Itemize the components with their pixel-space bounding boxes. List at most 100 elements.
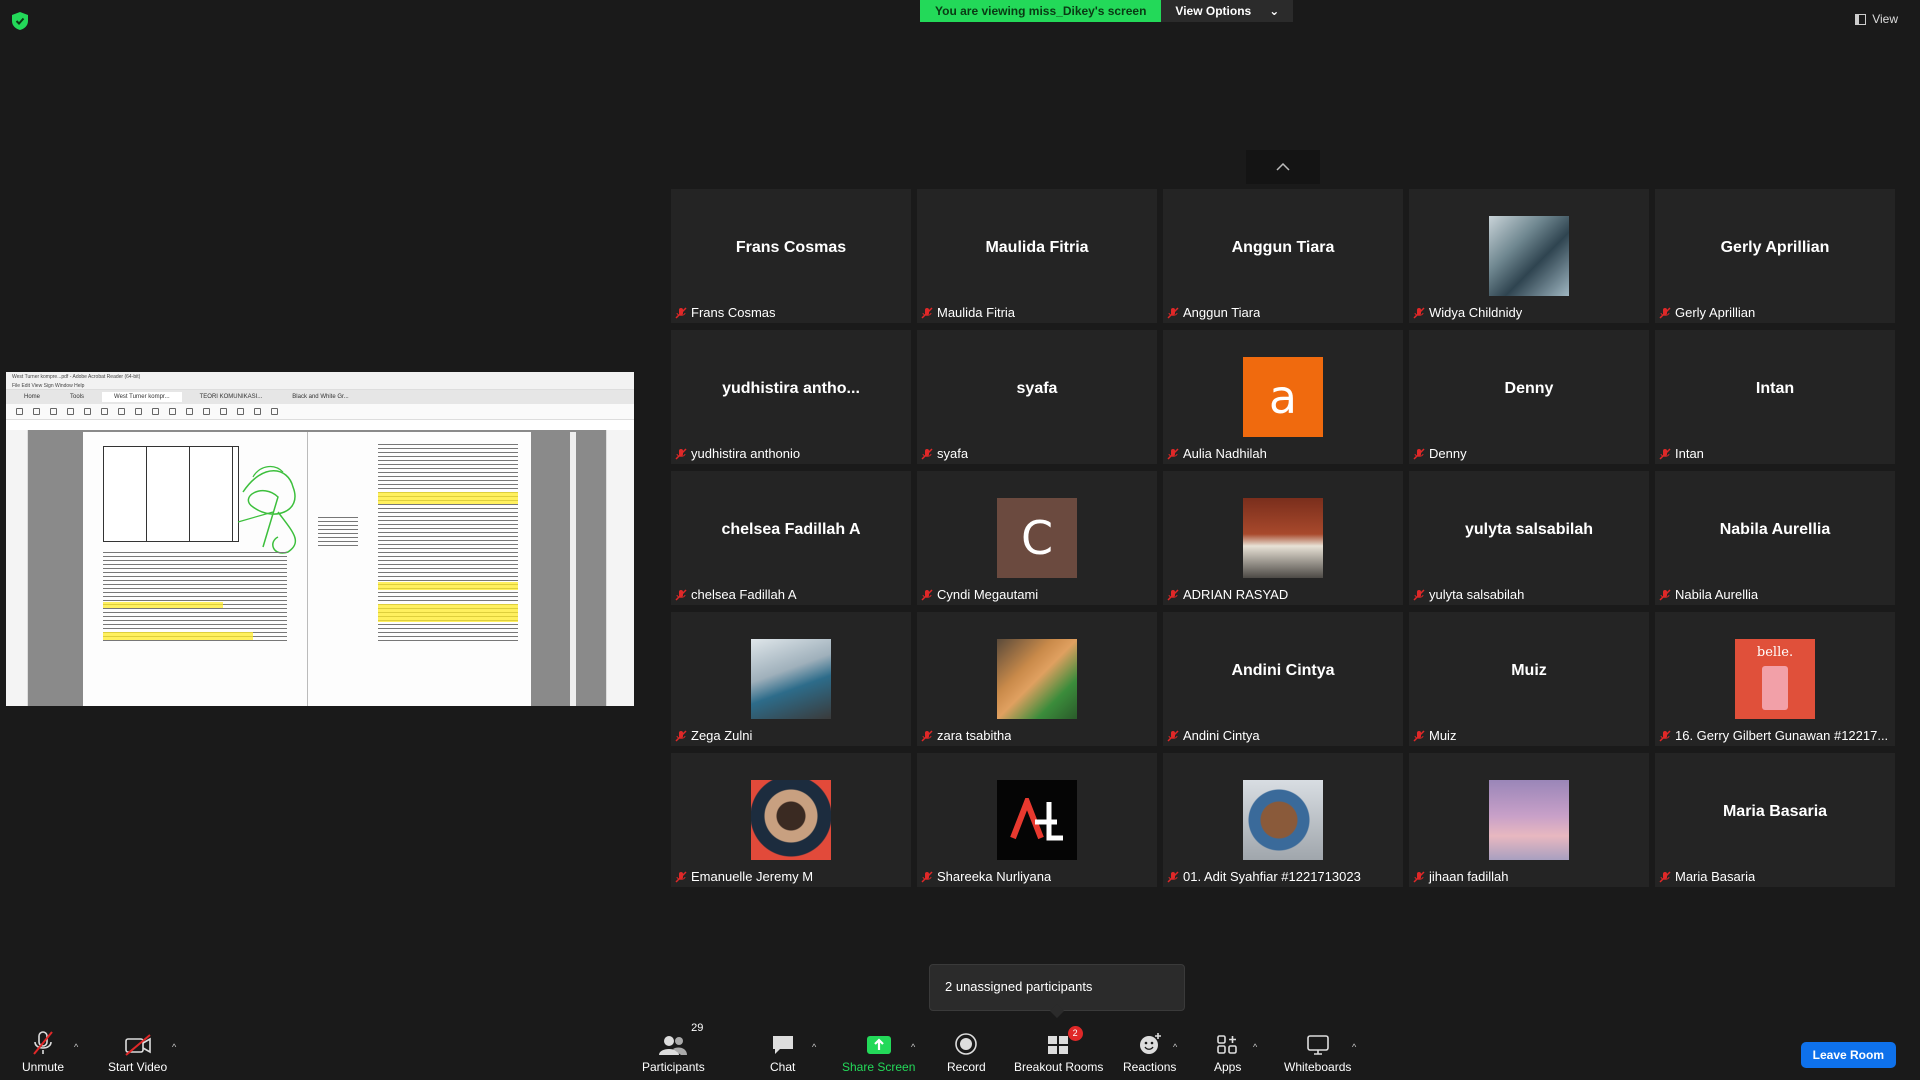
gallery-scroll-up-button[interactable] bbox=[1246, 150, 1320, 184]
mic-muted-icon bbox=[1413, 729, 1425, 742]
chat-button[interactable]: Chat bbox=[770, 1030, 795, 1074]
mic-muted-icon bbox=[1659, 588, 1671, 601]
participant-tile[interactable]: Nabila Aurellia Nabila Aurellia bbox=[1655, 471, 1895, 605]
participant-tile[interactable]: chelsea Fadillah A chelsea Fadillah A bbox=[671, 471, 911, 605]
letter-avatar: C bbox=[997, 498, 1077, 578]
mic-muted-icon bbox=[1413, 306, 1425, 319]
participant-name: jihaan fadillah bbox=[1429, 869, 1509, 884]
mic-muted-icon bbox=[675, 588, 687, 601]
mic-muted-icon bbox=[675, 729, 687, 742]
reactions-options-caret-icon[interactable]: ^ bbox=[1173, 1042, 1177, 1052]
profile-photo-avatar bbox=[751, 639, 831, 719]
chat-options-caret-icon[interactable]: ^ bbox=[812, 1042, 816, 1052]
reactions-button[interactable]: Reactions bbox=[1123, 1030, 1176, 1074]
participant-tile[interactable]: Shareeka Nurliyana bbox=[917, 753, 1157, 887]
participant-tile[interactable]: Andini Cintya Andini Cintya bbox=[1163, 612, 1403, 746]
participant-name: Nabila Aurellia bbox=[1675, 587, 1759, 602]
mic-muted-icon bbox=[921, 447, 933, 460]
video-off-icon bbox=[124, 1034, 151, 1056]
start-video-button[interactable]: Start Video bbox=[108, 1030, 167, 1074]
participant-tile[interactable]: Maulida Fitria Maulida Fitria bbox=[917, 189, 1157, 323]
participant-tile[interactable]: Widya Childnidy bbox=[1409, 189, 1649, 323]
participant-tile[interactable]: Emanuelle Jeremy M bbox=[671, 753, 911, 887]
participant-tile[interactable]: Frans Cosmas Frans Cosmas bbox=[671, 189, 911, 323]
participant-tile[interactable]: belle. 16. Gerry Gilbert Gunawan #12217.… bbox=[1655, 612, 1895, 746]
video-options-caret-icon[interactable]: ^ bbox=[172, 1042, 176, 1052]
breakout-rooms-button[interactable]: 2 Breakout Rooms bbox=[1014, 1026, 1103, 1074]
view-layout-icon bbox=[1855, 13, 1867, 25]
share-screen-label: Share Screen bbox=[842, 1060, 916, 1074]
participant-display-name: Andini Cintya bbox=[1231, 662, 1335, 679]
breakout-rooms-icon bbox=[1047, 1036, 1068, 1054]
unmute-button[interactable]: Unmute bbox=[22, 1030, 64, 1074]
participant-tile[interactable]: Denny Denny bbox=[1409, 330, 1649, 464]
participant-name-tag: Widya Childnidy bbox=[1413, 304, 1522, 321]
mic-muted-icon bbox=[1659, 447, 1671, 460]
pdf-scrollbar[interactable] bbox=[570, 432, 576, 706]
participant-tile[interactable]: Intan Intan bbox=[1655, 330, 1895, 464]
record-button[interactable]: Record bbox=[947, 1030, 986, 1074]
profile-photo-avatar bbox=[751, 780, 831, 860]
participant-tile[interactable]: 01. Adit Syahfiar #1221713023 bbox=[1163, 753, 1403, 887]
participant-tile[interactable]: a Aulia Nadhilah bbox=[1163, 330, 1403, 464]
audio-options-caret-icon[interactable]: ^ bbox=[74, 1042, 78, 1052]
apps-options-caret-icon[interactable]: ^ bbox=[1253, 1042, 1257, 1052]
record-icon bbox=[955, 1033, 978, 1055]
whiteboards-button[interactable]: Whiteboards bbox=[1284, 1030, 1351, 1074]
profile-photo-avatar: belle. bbox=[1735, 639, 1815, 719]
participant-tile[interactable]: yudhistira antho... yudhistira anthonio bbox=[671, 330, 911, 464]
pdf-margin-note bbox=[318, 517, 358, 547]
pdf-highlight bbox=[378, 492, 518, 504]
mic-muted-icon bbox=[1413, 447, 1425, 460]
participant-display-name: Gerly Aprillian bbox=[1720, 239, 1830, 256]
mic-muted-icon bbox=[1167, 447, 1179, 460]
whiteboards-options-caret-icon[interactable]: ^ bbox=[1352, 1042, 1356, 1052]
participant-tile[interactable]: ADRIAN RASYAD bbox=[1163, 471, 1403, 605]
participant-tile[interactable]: syafa syafa bbox=[917, 330, 1157, 464]
encryption-shield-icon[interactable] bbox=[12, 12, 28, 30]
mic-muted-icon bbox=[921, 588, 933, 601]
mic-muted-icon bbox=[1659, 306, 1671, 319]
participant-tile[interactable]: Maria Basaria Maria Basaria bbox=[1655, 753, 1895, 887]
participant-tile[interactable]: Zega Zulni bbox=[671, 612, 911, 746]
apps-button[interactable]: Apps bbox=[1214, 1030, 1241, 1074]
participant-name: chelsea Fadillah A bbox=[691, 587, 797, 602]
participant-tile[interactable]: Gerly Aprillian Gerly Aprillian bbox=[1655, 189, 1895, 323]
participant-tile[interactable]: Anggun Tiara Anggun Tiara bbox=[1163, 189, 1403, 323]
mic-muted-icon bbox=[921, 870, 933, 883]
participant-name-tag: Maria Basaria bbox=[1659, 868, 1755, 885]
participant-tile[interactable]: zara tsabitha bbox=[917, 612, 1157, 746]
participant-name: ADRIAN RASYAD bbox=[1183, 587, 1289, 602]
share-screen-button[interactable]: Share Screen bbox=[842, 1030, 915, 1074]
comic-strip-image bbox=[103, 446, 239, 542]
participant-name-tag: zara tsabitha bbox=[921, 727, 1011, 744]
unmute-label: Unmute bbox=[22, 1060, 65, 1074]
reactions-label: Reactions bbox=[1123, 1060, 1177, 1074]
participant-tile[interactable]: yulyta salsabilah yulyta salsabilah bbox=[1409, 471, 1649, 605]
chevron-up-icon bbox=[1276, 163, 1290, 171]
participants-button[interactable]: 29 Participants bbox=[642, 1022, 705, 1074]
share-options-caret-icon[interactable]: ^ bbox=[911, 1042, 915, 1052]
participant-name: Aulia Nadhilah bbox=[1183, 446, 1267, 461]
participant-display-name: Anggun Tiara bbox=[1231, 239, 1335, 256]
shared-screen[interactable]: West Turner kompre...pdf - Adobe Acrobat… bbox=[6, 372, 634, 706]
unassigned-participants-popup[interactable]: 2 unassigned participants bbox=[929, 964, 1185, 1011]
shared-menu-bar: File Edit View Sign Window Help bbox=[6, 382, 634, 390]
chevron-down-icon: ⌄ bbox=[1269, 4, 1280, 18]
participant-name-tag: Shareeka Nurliyana bbox=[921, 868, 1051, 885]
whiteboards-label: Whiteboards bbox=[1284, 1060, 1352, 1074]
viewing-status-text: You are viewing miss_Dikey's screen bbox=[920, 0, 1162, 22]
mic-muted-icon bbox=[1167, 729, 1179, 742]
popup-text: 2 unassigned participants bbox=[945, 979, 1093, 994]
view-button[interactable]: View bbox=[1855, 12, 1898, 26]
participant-tile[interactable]: Muiz Muiz bbox=[1409, 612, 1649, 746]
participant-tile[interactable]: jihaan fadillah bbox=[1409, 753, 1649, 887]
shared-document-area bbox=[6, 430, 634, 706]
mic-muted-icon bbox=[675, 447, 687, 460]
apps-icon bbox=[1216, 1035, 1237, 1054]
whiteboard-icon bbox=[1306, 1035, 1329, 1055]
view-options-button[interactable]: View Options ⌄ bbox=[1161, 0, 1294, 22]
leave-room-button[interactable]: Leave Room bbox=[1800, 1042, 1896, 1068]
participant-name: Maria Basaria bbox=[1675, 869, 1756, 884]
participant-tile[interactable]: C Cyndi Megautami bbox=[917, 471, 1157, 605]
